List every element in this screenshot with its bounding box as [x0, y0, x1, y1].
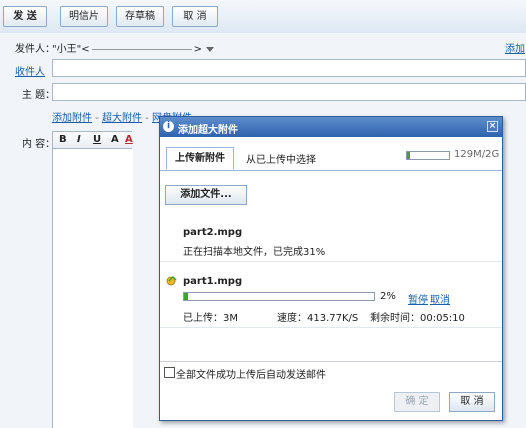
upload-speed: 速度：413.77K/S [277, 313, 359, 324]
tab-upload-new[interactable]: 上传新附件 [166, 147, 234, 170]
dialog-title: 添加超大附件 [178, 125, 238, 136]
postcard-button[interactable]: 明信片 [60, 6, 108, 27]
message-editor[interactable] [52, 149, 133, 428]
upload-progress-fill [184, 293, 188, 300]
upload-progress-bar [183, 292, 375, 301]
info-icon: i [163, 121, 174, 132]
italic-button[interactable]: I [77, 134, 81, 145]
file-scan-status: 正在扫描本地文件，已完成31% [183, 247, 326, 258]
dialog-tabs: 上传新附件 从已上传中选择 129M/2G [160, 137, 502, 171]
editor-toolbar: B I U A A [52, 131, 133, 149]
divider [160, 361, 502, 362]
attachment-icon [166, 275, 177, 286]
sender-end: > [193, 44, 202, 55]
dialog-cancel-button[interactable]: 取 消 [449, 392, 495, 412]
storage-quota-bar [406, 151, 450, 160]
storage-quota-text: 129M/2G [454, 149, 500, 160]
divider [160, 327, 502, 328]
font-color-button[interactable]: A [125, 134, 133, 145]
uploaded-amount: 已上传：3M [183, 313, 238, 324]
cancel-compose-button[interactable]: 取 消 [172, 6, 218, 27]
subject-input[interactable] [52, 83, 526, 101]
time-remaining: 剩余时间：00:05:10 [370, 313, 465, 324]
dialog-titlebar: i 添加超大附件 × [160, 117, 502, 137]
auto-send-checkbox[interactable] [164, 367, 175, 378]
sender-name: "小王"< [52, 44, 90, 55]
content-label: 内 容： [22, 139, 56, 150]
send-button[interactable]: 发 送 [3, 6, 47, 27]
recipients-input[interactable] [52, 59, 526, 77]
divider [160, 261, 502, 262]
file-name: part2.mpg [183, 227, 243, 238]
tab-choose-uploaded[interactable]: 从已上传中选择 [246, 151, 316, 166]
sender-select[interactable]: "小王"< > [52, 40, 214, 55]
file-name: part1.mpg [183, 276, 243, 287]
subject-label: 主 题： [22, 90, 56, 101]
chevron-down-icon[interactable] [205, 46, 214, 52]
confirm-button[interactable]: 确 定 [394, 392, 440, 412]
add-file-button[interactable]: 添加文件... [165, 185, 247, 205]
close-icon[interactable]: × [487, 121, 498, 132]
large-attachment-dialog: i 添加超大附件 × 上传新附件 从已上传中选择 129M/2G 添加文件...… [159, 116, 503, 421]
add-sender-link[interactable]: 添加 [505, 40, 525, 55]
large-attachment-link[interactable]: 超大附件 [102, 113, 142, 124]
storage-quota-fill [407, 152, 410, 159]
bold-button[interactable]: B [59, 134, 67, 145]
pause-link[interactable]: 暂停 [408, 291, 428, 306]
add-attachment-link[interactable]: 添加附件 [52, 113, 92, 124]
font-size-button[interactable]: A [111, 134, 119, 145]
compose-toolbar: 发 送 明信片 存草稿 取 消 [0, 0, 526, 34]
save-draft-button[interactable]: 存草稿 [116, 6, 164, 27]
masked-address [91, 48, 192, 50]
underline-button[interactable]: U [93, 134, 101, 145]
upload-percent: 2% [380, 291, 396, 302]
cancel-upload-link[interactable]: 取消 [430, 291, 450, 306]
auto-send-label: 全部文件成功上传后自动发送邮件 [176, 370, 326, 381]
recipients-link[interactable]: 收件人 [15, 63, 45, 78]
sender-label: 发件人： [15, 44, 55, 55]
